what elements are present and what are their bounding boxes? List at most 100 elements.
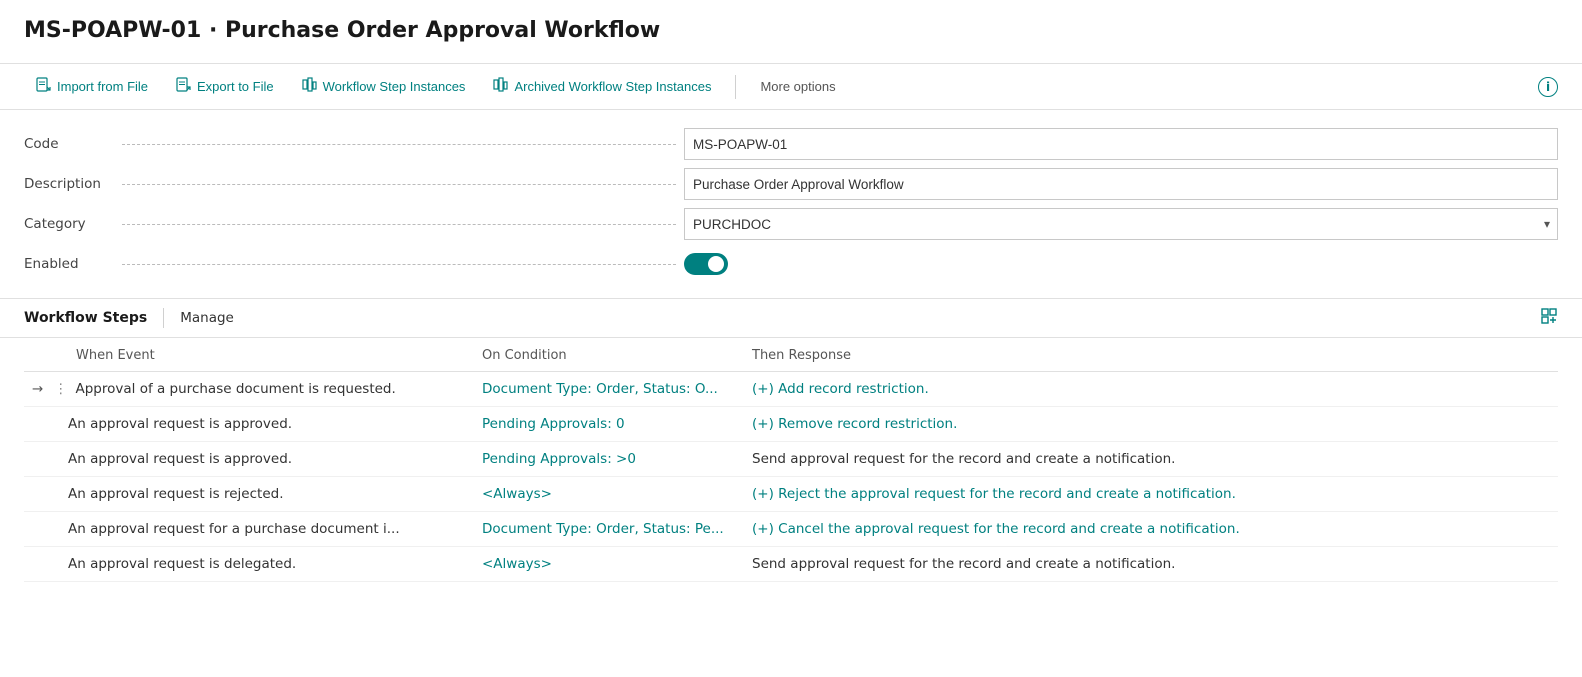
- on-condition-text[interactable]: Pending Approvals: 0: [482, 416, 625, 432]
- page-header: MS-POAPW-01 · Purchase Order Approval Wo…: [0, 0, 1582, 64]
- code-field: [684, 128, 1558, 160]
- archived-icon: [493, 77, 508, 96]
- table-wrapper: When Event On Condition Then Response →⋮…: [0, 338, 1582, 582]
- description-field: [684, 168, 1558, 200]
- col-on-header: On Condition: [474, 338, 744, 372]
- on-condition-text[interactable]: Document Type: Order, Status: Pe...: [482, 521, 724, 537]
- more-options-button[interactable]: More options: [748, 73, 847, 100]
- when-event-text: Approval of a purchase document is reque…: [76, 381, 396, 397]
- manage-button[interactable]: Manage: [180, 310, 234, 326]
- export-icon: [176, 77, 191, 96]
- table-body: →⋮Approval of a purchase document is req…: [24, 372, 1558, 582]
- page-title: MS-POAPW-01 · Purchase Order Approval Wo…: [24, 18, 1558, 43]
- on-condition-text[interactable]: Document Type: Order, Status: O...: [482, 381, 718, 397]
- import-from-file-button[interactable]: Import from File: [24, 71, 160, 102]
- cell-then-response: (+) Remove record restriction.: [744, 407, 1558, 442]
- then-response-text[interactable]: (+) Reject the approval request for the …: [752, 486, 1236, 502]
- cell-when: →⋮Approval of a purchase document is req…: [24, 372, 474, 407]
- cell-then-response: Send approval request for the record and…: [744, 442, 1558, 477]
- description-label-group: Description: [24, 176, 684, 192]
- table-row[interactable]: →⋮Approval of a purchase document is req…: [24, 372, 1558, 407]
- cell-then-response: Send approval request for the record and…: [744, 547, 1558, 582]
- on-condition-text[interactable]: <Always>: [482, 556, 552, 572]
- code-input[interactable]: [684, 128, 1558, 160]
- table-row[interactable]: An approval request is rejected. <Always>…: [24, 477, 1558, 512]
- when-event-text: An approval request for a purchase docum…: [68, 521, 400, 537]
- cell-on-condition: Document Type: Order, Status: O...: [474, 372, 744, 407]
- description-dotted-line: [122, 184, 676, 185]
- on-condition-text[interactable]: <Always>: [482, 486, 552, 502]
- cell-then-response: (+) Reject the approval request for the …: [744, 477, 1558, 512]
- enabled-label-group: Enabled: [24, 256, 684, 272]
- category-label: Category: [24, 216, 114, 232]
- info-icon[interactable]: i: [1538, 77, 1558, 97]
- toolbar-right: i: [1538, 77, 1558, 97]
- cell-when: An approval request for a purchase docum…: [24, 512, 474, 547]
- description-label: Description: [24, 176, 114, 192]
- table-row[interactable]: An approval request is delegated. <Always…: [24, 547, 1558, 582]
- cell-on-condition: <Always>: [474, 477, 744, 512]
- when-event-text: An approval request is rejected.: [68, 486, 284, 502]
- cell-on-condition: Document Type: Order, Status: Pe...: [474, 512, 744, 547]
- cell-when: An approval request is delegated.: [24, 547, 474, 582]
- workflow-instances-label: Workflow Step Instances: [323, 79, 466, 94]
- enabled-field: [684, 253, 1558, 275]
- table-head: When Event On Condition Then Response: [24, 338, 1558, 372]
- archived-instances-button[interactable]: Archived Workflow Step Instances: [481, 71, 723, 102]
- section-header: Workflow Steps Manage: [0, 299, 1582, 338]
- code-label: Code: [24, 136, 114, 152]
- category-dotted-line: [122, 224, 676, 225]
- workflow-steps-title: Workflow Steps: [24, 310, 147, 326]
- cell-on-condition: Pending Approvals: >0: [474, 442, 744, 477]
- table-row[interactable]: An approval request is approved. Pending …: [24, 407, 1558, 442]
- drag-handle-icon[interactable]: ⋮: [50, 381, 72, 397]
- workflow-instances-button[interactable]: Workflow Step Instances: [290, 71, 478, 102]
- import-label: Import from File: [57, 79, 148, 94]
- category-field: PURCHDOC ▾: [684, 208, 1558, 240]
- when-event-text: An approval request is approved.: [68, 416, 292, 432]
- toolbar: Import from File Export to File Workflow…: [0, 64, 1582, 110]
- archived-instances-label: Archived Workflow Step Instances: [514, 79, 711, 94]
- col-when-header: When Event: [24, 338, 474, 372]
- code-row: Code: [24, 126, 1558, 162]
- section-header-divider: [163, 308, 164, 328]
- category-select[interactable]: PURCHDOC: [684, 208, 1558, 240]
- enabled-label: Enabled: [24, 256, 114, 272]
- cell-when: An approval request is rejected.: [24, 477, 474, 512]
- expand-icon[interactable]: [1540, 307, 1558, 329]
- toggle-thumb: [708, 256, 724, 272]
- when-event-text: An approval request is delegated.: [68, 556, 296, 572]
- code-label-group: Code: [24, 136, 684, 152]
- enabled-row: Enabled: [24, 246, 1558, 282]
- export-to-file-button[interactable]: Export to File: [164, 71, 286, 102]
- on-condition-text[interactable]: Pending Approvals: >0: [482, 451, 636, 467]
- table-row[interactable]: An approval request is approved. Pending …: [24, 442, 1558, 477]
- then-response-text: Send approval request for the record and…: [752, 451, 1175, 467]
- then-response-text[interactable]: (+) Add record restriction.: [752, 381, 929, 397]
- then-response-text: Send approval request for the record and…: [752, 556, 1175, 572]
- cell-on-condition: Pending Approvals: 0: [474, 407, 744, 442]
- then-response-text[interactable]: (+) Remove record restriction.: [752, 416, 957, 432]
- category-select-wrapper: PURCHDOC ▾: [684, 208, 1558, 240]
- cell-when: An approval request is approved.: [24, 442, 474, 477]
- toggle-wrapper: [684, 253, 1558, 275]
- code-dotted-line: [122, 144, 676, 145]
- cell-then-response: (+) Cancel the approval request for the …: [744, 512, 1558, 547]
- cell-then-response: (+) Add record restriction.: [744, 372, 1558, 407]
- import-icon: [36, 77, 51, 96]
- toggle-track: [684, 253, 728, 275]
- form-area: Code Description Category PURCHDOC ▾: [0, 110, 1582, 299]
- enabled-toggle[interactable]: [684, 253, 728, 275]
- export-label: Export to File: [197, 79, 274, 94]
- then-response-text[interactable]: (+) Cancel the approval request for the …: [752, 521, 1240, 537]
- description-input[interactable]: [684, 168, 1558, 200]
- table-row[interactable]: An approval request for a purchase docum…: [24, 512, 1558, 547]
- steps-table: When Event On Condition Then Response →⋮…: [24, 338, 1558, 582]
- more-options-label: More options: [760, 79, 835, 94]
- cell-when: An approval request is approved.: [24, 407, 474, 442]
- category-label-group: Category: [24, 216, 684, 232]
- toolbar-separator: [735, 75, 736, 99]
- col-then-header: Then Response: [744, 338, 1558, 372]
- enabled-dotted-line: [122, 264, 676, 265]
- row-arrow-icon: →: [32, 381, 46, 397]
